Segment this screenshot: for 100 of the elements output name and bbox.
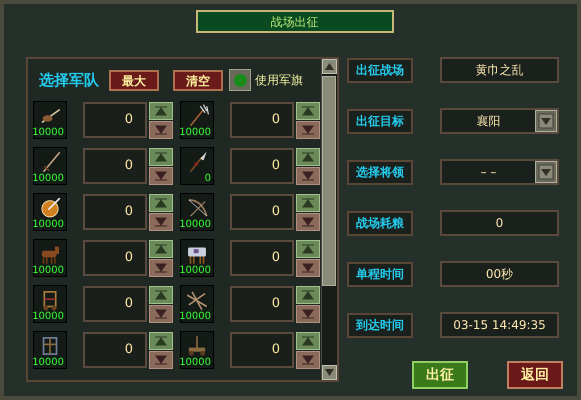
quantity-field[interactable]: 0 bbox=[230, 148, 294, 184]
unit-count: 10000 bbox=[32, 312, 64, 322]
value-field: 黄巾之乱 bbox=[440, 57, 559, 83]
value-field: 03-15 14:49:35 bbox=[440, 312, 559, 338]
unit-slot[interactable]: 10000 bbox=[180, 331, 214, 369]
unit-count: 10000 bbox=[32, 358, 64, 368]
decrease-button[interactable] bbox=[149, 304, 173, 322]
section-title: 选择军队 bbox=[39, 70, 99, 91]
down-arrow-icon bbox=[154, 262, 168, 272]
scrollbar[interactable] bbox=[321, 59, 337, 380]
dropdown-value: – – bbox=[480, 164, 498, 181]
increase-button[interactable] bbox=[149, 240, 173, 258]
scroll-up-icon[interactable] bbox=[322, 59, 337, 74]
unit-count: 10000 bbox=[179, 220, 211, 230]
unit-slot[interactable]: 0 bbox=[180, 147, 214, 185]
increase-button[interactable] bbox=[296, 148, 320, 166]
decrease-button[interactable] bbox=[296, 304, 320, 322]
unit-slot[interactable]: 10000 bbox=[180, 239, 214, 277]
dropdown-field[interactable]: – – bbox=[440, 159, 559, 185]
up-arrow-icon bbox=[301, 244, 315, 254]
decrease-button[interactable] bbox=[149, 166, 173, 184]
quantity-field[interactable]: 0 bbox=[83, 286, 147, 322]
depart-button[interactable]: 出征 bbox=[412, 361, 468, 389]
quantity-field[interactable]: 0 bbox=[83, 240, 147, 276]
return-button[interactable]: 返回 bbox=[507, 361, 563, 389]
decrease-button[interactable] bbox=[296, 166, 320, 184]
up-arrow-icon bbox=[301, 106, 315, 116]
up-arrow-icon bbox=[154, 106, 168, 116]
decrease-button[interactable] bbox=[296, 212, 320, 230]
unit-slot[interactable]: 10000 bbox=[33, 285, 67, 323]
increase-button[interactable] bbox=[149, 286, 173, 304]
unit-slot[interactable]: 10000 bbox=[180, 193, 214, 231]
dropdown-value: 襄阳 bbox=[476, 113, 502, 130]
unit-count: 10000 bbox=[32, 266, 64, 276]
down-arrow-icon bbox=[301, 308, 315, 318]
quantity-field[interactable]: 0 bbox=[83, 194, 147, 230]
unit-slot[interactable]: 10000 bbox=[33, 147, 67, 185]
up-arrow-icon bbox=[154, 244, 168, 254]
field-label: 战场耗粮 bbox=[347, 210, 413, 236]
unit-count: 10000 bbox=[179, 128, 211, 138]
unit-slot[interactable]: 10000 bbox=[33, 239, 67, 277]
increase-button[interactable] bbox=[296, 286, 320, 304]
unit-slot[interactable]: 10000 bbox=[180, 101, 214, 139]
increase-button[interactable] bbox=[149, 102, 173, 120]
quantity-field[interactable]: 0 bbox=[230, 102, 294, 138]
decrease-button[interactable] bbox=[296, 120, 320, 138]
quantity-field[interactable]: 0 bbox=[230, 332, 294, 368]
up-arrow-icon bbox=[154, 152, 168, 162]
decrease-button[interactable] bbox=[149, 258, 173, 276]
down-arrow-icon bbox=[154, 170, 168, 180]
unit-slot[interactable]: 10000 bbox=[33, 331, 67, 369]
unit-count: 10000 bbox=[32, 128, 64, 138]
unit-count: 10000 bbox=[32, 174, 64, 184]
decrease-button[interactable] bbox=[149, 350, 173, 368]
down-arrow-icon bbox=[301, 262, 315, 272]
increase-button[interactable] bbox=[296, 194, 320, 212]
increase-button[interactable] bbox=[296, 332, 320, 350]
decrease-button[interactable] bbox=[149, 120, 173, 138]
decrease-button[interactable] bbox=[296, 350, 320, 368]
increase-button[interactable] bbox=[149, 332, 173, 350]
quantity-field[interactable]: 0 bbox=[83, 102, 147, 138]
up-arrow-icon bbox=[301, 290, 315, 300]
flag-toggle[interactable] bbox=[229, 69, 251, 91]
decrease-button[interactable] bbox=[149, 212, 173, 230]
flag-label: 使用军旗 bbox=[255, 72, 303, 89]
increase-button[interactable] bbox=[296, 240, 320, 258]
clear-button[interactable]: 清空 bbox=[173, 70, 223, 90]
down-arrow-icon bbox=[301, 124, 315, 134]
field-label: 到达时间 bbox=[347, 312, 413, 338]
unit-count: 10000 bbox=[32, 220, 64, 230]
unit-count: 10000 bbox=[179, 266, 211, 276]
decrease-button[interactable] bbox=[296, 258, 320, 276]
max-button[interactable]: 最大 bbox=[109, 70, 159, 90]
quantity-field[interactable]: 0 bbox=[83, 148, 147, 184]
down-arrow-icon bbox=[154, 216, 168, 226]
increase-button[interactable] bbox=[296, 102, 320, 120]
value-field: 0 bbox=[440, 210, 559, 236]
increase-button[interactable] bbox=[149, 148, 173, 166]
unit-count: 0 bbox=[204, 174, 211, 184]
quantity-field[interactable]: 0 bbox=[230, 286, 294, 322]
dropdown-field[interactable]: 襄阳 bbox=[440, 108, 559, 134]
field-label: 出征战场 bbox=[347, 58, 413, 82]
window-title: 战场出征 bbox=[196, 10, 394, 33]
quantity-field[interactable]: 0 bbox=[83, 332, 147, 368]
unit-count: 10000 bbox=[179, 312, 211, 322]
down-arrow-icon bbox=[301, 170, 315, 180]
up-arrow-icon bbox=[154, 336, 168, 346]
up-arrow-icon bbox=[301, 336, 315, 346]
quantity-field[interactable]: 0 bbox=[230, 194, 294, 230]
field-label: 出征目标 bbox=[347, 108, 413, 134]
field-label: 单程时间 bbox=[347, 262, 413, 286]
scroll-down-icon[interactable] bbox=[322, 365, 337, 380]
quantity-field[interactable]: 0 bbox=[230, 240, 294, 276]
scroll-thumb[interactable] bbox=[322, 76, 336, 286]
down-arrow-icon bbox=[154, 308, 168, 318]
field-label: 选择将领 bbox=[347, 160, 413, 184]
unit-slot[interactable]: 10000 bbox=[33, 101, 67, 139]
unit-slot[interactable]: 10000 bbox=[33, 193, 67, 231]
increase-button[interactable] bbox=[149, 194, 173, 212]
unit-slot[interactable]: 10000 bbox=[180, 285, 214, 323]
